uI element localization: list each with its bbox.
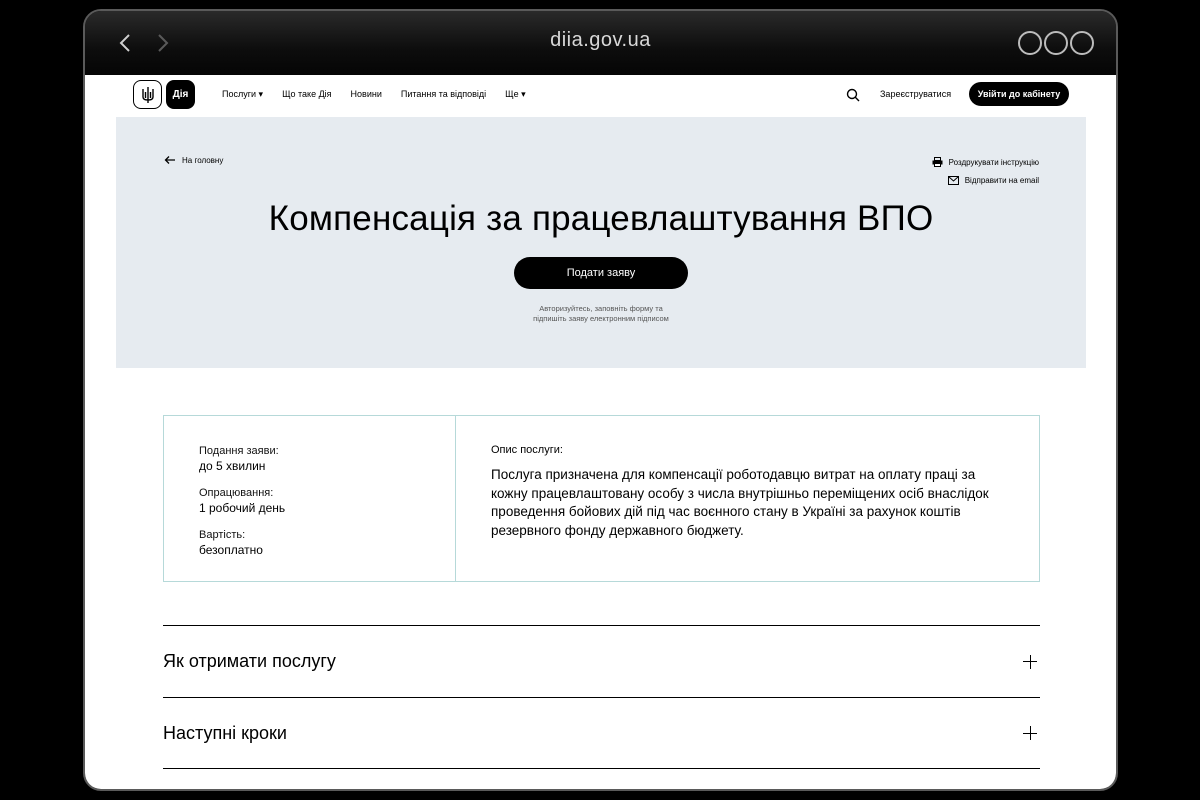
print-instruction-link[interactable]: Роздрукувати інструкцію bbox=[839, 153, 1039, 171]
description-line: проведення бойових дій під час воєнного … bbox=[491, 504, 961, 519]
description-label: Опис послуги: bbox=[491, 444, 563, 456]
apply-hint: Авторизуйтесь, заповніть форму та підпиш… bbox=[116, 304, 1086, 324]
envelope-icon bbox=[947, 175, 959, 185]
main-menu: Послуги ▾ Що таке Дія Новини Питання та … bbox=[222, 89, 526, 100]
accordion-title: Як отримати послугу bbox=[163, 651, 336, 671]
accordion-next-steps[interactable]: Наступні кроки bbox=[163, 697, 1040, 769]
window-control-circle-icon[interactable] bbox=[1070, 31, 1094, 55]
back-to-home-link[interactable]: На головну bbox=[164, 155, 223, 165]
page-title: Компенсація за працевлаштування ВПО bbox=[268, 199, 934, 238]
apply-hint-line: підпишіть заяву електронним підписом bbox=[533, 314, 669, 323]
hero-section: На головну Роздрукувати інструкцію Відпр… bbox=[116, 117, 1086, 368]
apply-hint-line: Авторизуйтесь, заповніть форму та bbox=[539, 304, 663, 313]
plus-icon bbox=[1023, 654, 1037, 669]
search-icon[interactable] bbox=[845, 87, 861, 103]
submit-time-label: Подання заяви: bbox=[199, 445, 279, 457]
arrow-left-icon bbox=[164, 156, 175, 164]
accordion-how-to-get[interactable]: Як отримати послугу bbox=[163, 625, 1040, 697]
browser-frame: diia.gov.ua Дія Послуги ▾ Що таке Дія Но… bbox=[83, 9, 1118, 791]
plus-icon bbox=[1023, 726, 1037, 740]
diia-logo[interactable]: Дія bbox=[166, 80, 195, 109]
accordion-title: Наступні кроки bbox=[163, 722, 287, 743]
cost-label: Вартість: bbox=[199, 529, 246, 541]
menu-item-more[interactable]: Ще ▾ bbox=[505, 89, 525, 100]
description-text: Послуга призначена для компенсації робот… bbox=[491, 466, 1009, 540]
menu-item-services[interactable]: Послуги ▾ bbox=[222, 89, 263, 100]
back-label: На головну bbox=[182, 155, 224, 165]
window-controls bbox=[1018, 31, 1094, 55]
description-line: Послуга призначена для компенсації робот… bbox=[491, 467, 976, 482]
trident-logo-icon[interactable] bbox=[133, 80, 162, 109]
cost-value: безоплатно bbox=[199, 543, 263, 557]
register-link[interactable]: Зареєструватися bbox=[880, 89, 951, 99]
hero-actions: Роздрукувати інструкцію Відправити на em… bbox=[839, 153, 1039, 189]
window-control-circle-icon[interactable] bbox=[1044, 31, 1068, 55]
service-description: Опис послуги: Послуга призначена для ком… bbox=[456, 416, 1039, 581]
print-label: Роздрукувати інструкцію bbox=[948, 157, 1039, 167]
send-email-link[interactable]: Відправити на email bbox=[839, 171, 1039, 189]
printer-icon bbox=[932, 157, 943, 167]
browser-toolbar: diia.gov.ua bbox=[85, 11, 1116, 75]
page-content: Дія Послуги ▾ Що таке Дія Новини Питання… bbox=[116, 75, 1086, 789]
window-control-circle-icon[interactable] bbox=[1018, 31, 1042, 55]
submit-time-value: до 5 хвилин bbox=[199, 459, 266, 473]
menu-item-what-is-diia[interactable]: Що таке Дія bbox=[282, 89, 331, 100]
login-button[interactable]: Увійти до кабінету bbox=[969, 82, 1069, 106]
processing-value: 1 робочий день bbox=[199, 501, 286, 515]
description-line: кожну працевлаштовану особу з числа внут… bbox=[491, 485, 989, 501]
service-meta: Подання заяви: до 5 хвилин Опрацювання: … bbox=[164, 416, 456, 581]
menu-item-faq[interactable]: Питання та відповіді bbox=[401, 89, 486, 100]
address-bar[interactable]: diia.gov.ua bbox=[85, 29, 1116, 52]
email-label: Відправити на email bbox=[964, 175, 1039, 185]
accordion: Як отримати послугу Наступні кроки bbox=[163, 625, 1040, 769]
processing-label: Опрацювання: bbox=[199, 487, 274, 499]
menu-item-news[interactable]: Новини bbox=[351, 89, 382, 100]
service-info-card: Подання заяви: до 5 хвилин Опрацювання: … bbox=[163, 415, 1040, 582]
web-page: Дія Послуги ▾ Що таке Дія Новини Питання… bbox=[85, 75, 1116, 789]
apply-button[interactable]: Подати заяву bbox=[514, 257, 688, 289]
site-header: Дія Послуги ▾ Що таке Дія Новини Питання… bbox=[116, 75, 1086, 117]
description-line: резервного фонду державного бюджету. bbox=[491, 522, 744, 538]
